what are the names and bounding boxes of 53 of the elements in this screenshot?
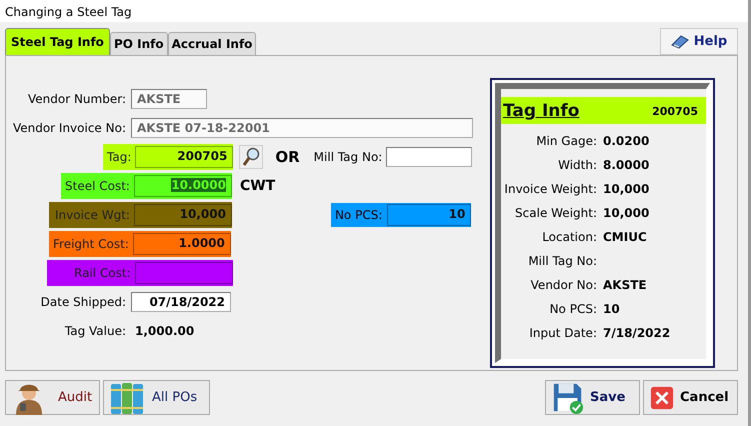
panel-title: Tag Info xyxy=(503,101,580,121)
info-label: Location: xyxy=(541,230,598,244)
info-label: Min Gage: xyxy=(535,134,598,148)
field-label: Date Shipped: xyxy=(40,295,127,309)
tab[interactable]: PO Info xyxy=(110,32,168,55)
tag-number: 200705 xyxy=(652,104,698,118)
value-text: 1,000.00 xyxy=(134,324,194,338)
close-icon xyxy=(650,386,674,410)
window-title: Changing a Steel Tag xyxy=(5,5,132,19)
books-icon xyxy=(110,380,146,414)
field-label: Steel Cost: xyxy=(64,179,131,193)
info-label: Vendor No: xyxy=(530,278,598,292)
help-button[interactable]: Help xyxy=(660,28,738,55)
field-label: Vendor Number: xyxy=(26,92,127,106)
field-label: Invoice Wgt: xyxy=(54,208,131,222)
unit-text: OR xyxy=(275,148,300,166)
field-label: Freight Cost: xyxy=(52,237,130,251)
info-label: Width: xyxy=(557,158,598,172)
tab[interactable]: Accrual Info xyxy=(168,32,256,55)
book-icon xyxy=(670,34,689,48)
info-value: AKSTE xyxy=(603,278,647,292)
input-field[interactable]: 10 xyxy=(387,204,472,226)
pos-button[interactable]: All POs xyxy=(103,380,210,415)
info-label: Mill Tag No: xyxy=(527,254,598,268)
field-label: Mill Tag No: xyxy=(314,150,382,164)
field-label: Tag Value: xyxy=(64,324,127,338)
unit-text: CWT xyxy=(240,178,276,194)
cancel-button[interactable]: Cancel xyxy=(643,380,738,415)
input-field[interactable]: 07/18/2022 xyxy=(131,292,231,312)
info-value: 10,000 xyxy=(603,182,650,196)
field-label: Vendor Invoice No: xyxy=(12,121,127,135)
info-value: 7/18/2022 xyxy=(603,326,670,340)
tab[interactable]: Steel Tag Info xyxy=(5,28,110,55)
search-icon xyxy=(242,147,260,167)
input-field[interactable]: 10.0000 xyxy=(134,175,232,197)
info-value: CMIUC xyxy=(603,230,647,244)
info-label: Invoice Weight: xyxy=(503,182,598,196)
input-field[interactable]: 1.0000 xyxy=(132,233,231,255)
info-label: Scale Weight: xyxy=(514,206,598,220)
info-label: No PCS: xyxy=(548,302,598,316)
info-value: 0.0200 xyxy=(603,134,650,148)
info-value: 8.0000 xyxy=(603,158,650,172)
search-button[interactable] xyxy=(239,145,264,169)
field-label: No PCS: xyxy=(334,208,384,222)
field-label: Rail Cost: xyxy=(73,266,132,280)
input-field[interactable] xyxy=(386,147,472,167)
field-label: Tag: xyxy=(106,150,132,164)
save-button[interactable]: Save xyxy=(545,380,640,415)
audit-button[interactable]: Audit xyxy=(5,380,100,415)
info-label: Input Date: xyxy=(528,326,598,340)
info-value: 10,000 xyxy=(603,206,650,220)
info-value: 10 xyxy=(603,302,620,316)
input-field[interactable]: 200705 xyxy=(135,146,234,168)
